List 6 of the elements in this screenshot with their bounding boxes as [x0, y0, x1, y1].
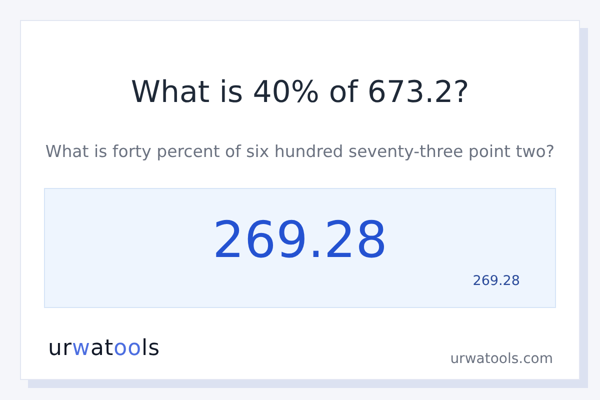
- result-value: 269.28: [212, 210, 388, 271]
- question-in-words: What is forty percent of six hundred seventy-three point two?: [45, 141, 555, 163]
- question-title: What is 40% of 673.2?: [130, 74, 470, 112]
- result-small-value: 269.28: [472, 272, 520, 290]
- site-link[interactable]: urwatools.com: [450, 350, 553, 368]
- logo: urwatools: [48, 336, 160, 362]
